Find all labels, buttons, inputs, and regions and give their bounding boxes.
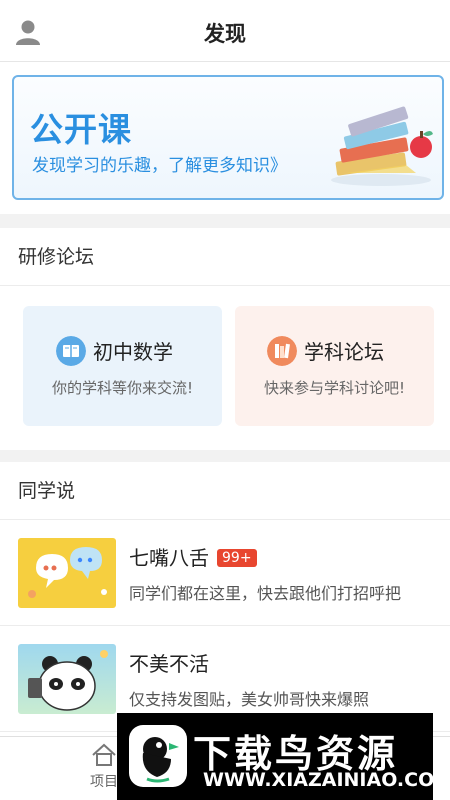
- forum-card-subtitle: 你的学科等你来交流!: [51, 379, 193, 397]
- panda-icon: [28, 650, 108, 711]
- item-description: 仅支持发图贴，美女帅哥快来爆照: [129, 690, 370, 709]
- classmates-section-title: 同学说: [0, 462, 450, 520]
- chat-bubbles-thumbnail: [18, 538, 116, 608]
- item-title: 七嘴八舌 99+: [129, 542, 257, 571]
- discover-page: 发现 公开课 发现学习的乐趣，了解更多知识》 研修论坛 初中数学 你的学科等你来…: [0, 0, 450, 800]
- book-icon: [56, 336, 86, 366]
- forum-section: 研修论坛 初中数学 你的学科等你来交流! 学科论坛 快来参与学科讨论吧!: [0, 228, 450, 450]
- chat-bubbles-icon: [28, 547, 107, 598]
- forum-card-subject[interactable]: 学科论坛 快来参与学科讨论吧!: [235, 306, 434, 426]
- page-title: 发现: [204, 22, 246, 46]
- item-title: 不美不活: [129, 652, 209, 676]
- list-item-chat[interactable]: 七嘴八舌 99+ 同学们都在这里，快去跟他们打招呼把: [0, 520, 450, 626]
- classmates-section: 同学说 七嘴八舌 99+ 同学们都在这里，快去跟他们打招呼把 不美不活 仅支持发…: [0, 462, 450, 736]
- forum-section-title: 研修论坛: [0, 228, 450, 286]
- banner-subtitle: 发现学习的乐趣，了解更多知识》: [32, 156, 287, 176]
- forum-card-math[interactable]: 初中数学 你的学科等你来交流!: [23, 306, 222, 426]
- banner-title: 公开课: [30, 110, 132, 149]
- bookshelf-icon: [267, 336, 297, 366]
- watermark-overlay: 下载鸟资源 WWW.XIAZAINIAO.COM: [117, 713, 450, 800]
- forum-card-subtitle: 快来参与学科讨论吧!: [263, 379, 405, 397]
- count-badge: 99+: [217, 549, 257, 567]
- home-icon: [92, 743, 116, 766]
- panda-thumbnail: [18, 644, 116, 714]
- banner-section: 公开课 发现学习的乐趣，了解更多知识》: [0, 62, 450, 214]
- forum-card-title: 学科论坛: [304, 340, 384, 364]
- item-title-text: 七嘴八舌: [129, 546, 209, 570]
- bird-logo-icon: [129, 725, 187, 787]
- open-course-banner[interactable]: 公开课 发现学习的乐趣，了解更多知识》: [12, 75, 444, 200]
- forum-card-title: 初中数学: [93, 340, 173, 364]
- item-description: 同学们都在这里，快去跟他们打招呼把: [129, 584, 402, 603]
- top-header: 发现: [0, 0, 450, 62]
- books-illustration-icon: [331, 106, 433, 186]
- watermark-url: WWW.XIAZAINIAO.COM: [203, 769, 450, 791]
